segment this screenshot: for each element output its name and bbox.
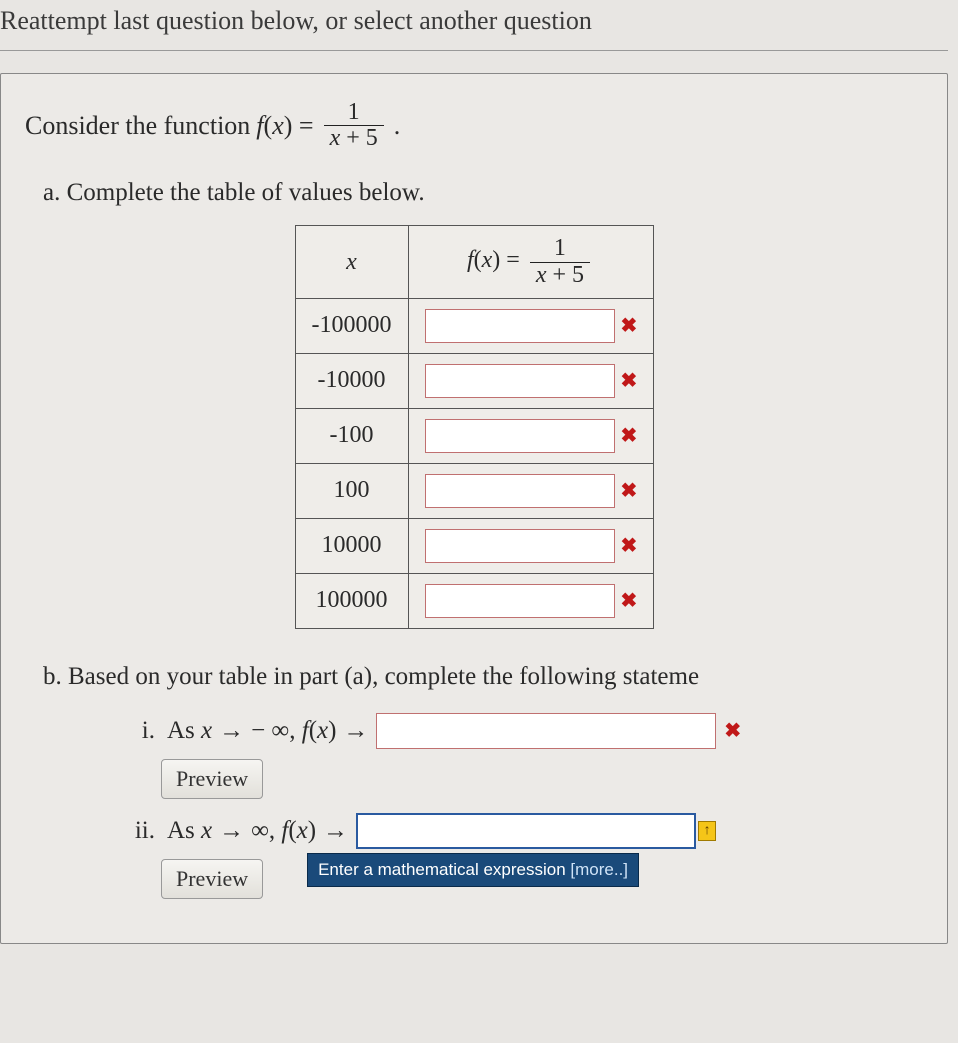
fx-input-5[interactable] [425, 584, 615, 618]
roman-i: i. [125, 717, 155, 745]
table-header-x: x [295, 226, 408, 298]
wrong-icon: ✖ [621, 588, 637, 613]
part-a-label: a. Complete the table of values below. [43, 179, 923, 207]
part-b-sublist: i. As x → − ∞, f(x) → ✖ Preview ii. As x… [125, 713, 923, 913]
limit-statement-ii: ii. As x → ∞, f(x) → ↑ [125, 813, 923, 849]
wrong-icon: ✖ [724, 718, 740, 743]
fraction-denominator: x + 5 [324, 125, 384, 151]
x-value: -10000 [295, 353, 408, 408]
table-row: -10000 ✖ [295, 353, 653, 408]
limit-text: As x → ∞, f(x) → [167, 816, 348, 845]
fx-input-1[interactable] [425, 364, 615, 398]
x-value: -100 [295, 408, 408, 463]
part-b-label: b. Based on your table in part (a), comp… [43, 663, 923, 691]
function-lhs: f(x) = [256, 111, 313, 141]
wrong-icon: ✖ [621, 423, 637, 448]
roman-ii: ii. [125, 817, 155, 845]
x-value: -100000 [295, 298, 408, 353]
table-row: 10000 ✖ [295, 518, 653, 573]
table-row: 100000 ✖ [295, 573, 653, 628]
expression-tooltip: Enter a mathematical expression [more..] [307, 853, 639, 887]
x-value: 100 [295, 463, 408, 518]
limit-text: As x → − ∞, f(x) → [167, 716, 368, 745]
wrong-icon: ✖ [621, 313, 637, 338]
fx-input-0[interactable] [425, 309, 615, 343]
limit-statement-i: i. As x → − ∞, f(x) → ✖ [125, 713, 923, 749]
question-prompt: Consider the function f(x) = 1 x + 5 . [25, 100, 923, 151]
table-row: 100 ✖ [295, 463, 653, 518]
wrong-icon: ✖ [621, 478, 637, 503]
limit-input-ii[interactable] [356, 813, 696, 849]
wrong-icon: ✖ [621, 533, 637, 558]
wrong-icon: ✖ [621, 368, 637, 393]
table-row: -100000 ✖ [295, 298, 653, 353]
fx-input-3[interactable] [425, 474, 615, 508]
limit-input-i[interactable] [376, 713, 716, 749]
function-fraction: 1 x + 5 [324, 100, 384, 151]
prompt-prefix: Consider the function [25, 111, 250, 141]
table-row: -100 ✖ [295, 408, 653, 463]
table-header-fx: f(x) = 1 x + 5 [408, 226, 653, 298]
preview-button-i[interactable]: Preview [161, 759, 263, 799]
fx-input-2[interactable] [425, 419, 615, 453]
fraction-numerator: 1 [342, 100, 366, 125]
preview-button-ii[interactable]: Preview [161, 859, 263, 899]
question-container: Consider the function f(x) = 1 x + 5 . a… [0, 73, 948, 944]
reattempt-instruction: Reattempt last question below, or select… [0, 0, 948, 51]
tooltip-content[interactable]: Enter a mathematical expression [more..] [307, 853, 639, 887]
x-value: 100000 [295, 573, 408, 628]
x-value: 10000 [295, 518, 408, 573]
caret-up-icon[interactable]: ↑ [698, 821, 716, 841]
prompt-period: . [394, 111, 401, 141]
fx-input-4[interactable] [425, 529, 615, 563]
values-table: x f(x) = 1 x + 5 -100000 ✖ -10000 [295, 225, 654, 628]
